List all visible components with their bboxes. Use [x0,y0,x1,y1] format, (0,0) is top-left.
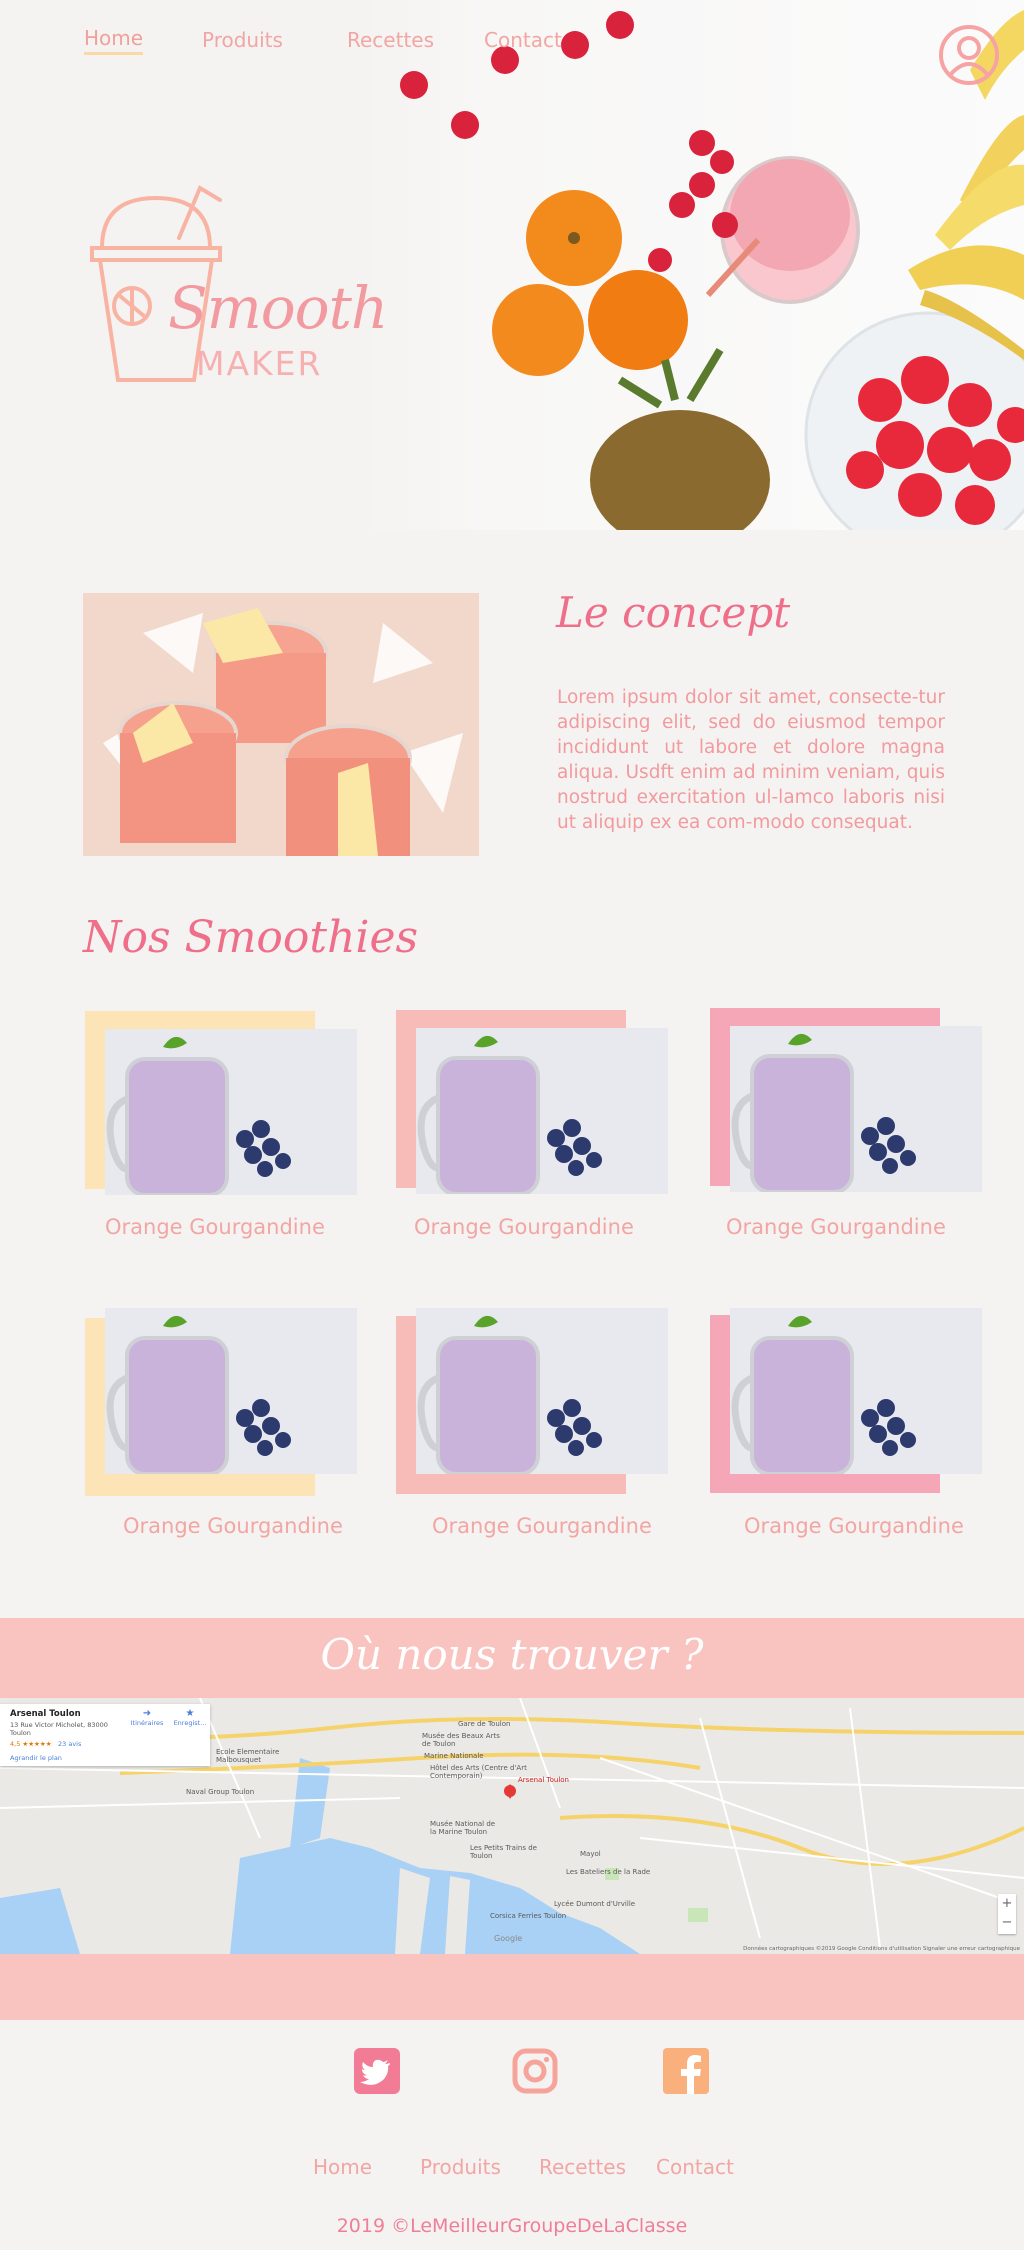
product-card[interactable]: Orange Gourgandine [710,1008,1000,1239]
footer-home-link[interactable]: Home [313,2155,372,2179]
facebook-icon[interactable] [663,2048,709,2094]
map-place-rating: 4,5 ★★★★★ [10,1740,52,1748]
find-us-title: Où nous trouver ? [320,1630,704,1679]
zoom-in-icon[interactable]: + [998,1894,1016,1913]
map-label: Ecole Elementaire Malbousquet [216,1748,280,1764]
map-save-label: Enregist... [173,1719,207,1727]
product-name: Orange Gourgandine [105,1215,325,1239]
logo-maker-text: MAKER [196,344,323,383]
smoothie-photo [105,1029,357,1195]
product-name: Orange Gourgandine [726,1215,946,1239]
smoothie-photo [105,1308,357,1474]
star-icon: ★ [185,1708,195,1719]
google-logo: Google [494,1934,523,1943]
product-name: Orange Gourgandine [744,1514,964,1538]
map-label: Les Petits Trains de Toulon [470,1844,537,1860]
copyright-text: 2019 ©LeMeilleurGroupeDeLaClasse [336,2215,688,2237]
concept-smoothie-photo [83,593,479,856]
directions-icon: ➜ [142,1708,152,1719]
nav-produits-link[interactable]: Produits [202,28,283,52]
map-label: Hôtel des Arts (Centre d'Art Contemporai… [430,1764,527,1780]
map-label: Marine Nationale [424,1752,484,1760]
product-card[interactable]: Orange Gourgandine [710,1308,1000,1545]
footer-contact-link[interactable]: Contact [656,2155,734,2179]
user-account-icon[interactable] [938,24,1000,86]
location-map[interactable]: Arsenal Toulon 13 Rue Victor Micholet, 8… [0,1698,1024,1954]
map-label: Gare de Toulon [458,1720,511,1728]
product-card[interactable]: Orange Gourgandine [396,1308,686,1546]
nav-home-link[interactable]: Home [84,26,144,55]
hero-section: Home Produits Recettes Contact Smooth MA… [0,0,1024,530]
map-zoom-control[interactable]: + − [998,1894,1016,1934]
map-enlarge-link[interactable]: Agrandir le plan [10,1754,62,1762]
twitter-icon[interactable] [354,2048,400,2094]
nav-contact-link[interactable]: Contact [484,28,562,52]
footer-produits-link[interactable]: Produits [420,2155,501,2179]
map-label: Mayol [580,1850,601,1858]
map-label: Musée National de la Marine Toulon [430,1820,496,1836]
map-place-name: Arsenal Toulon [10,1709,81,1719]
map-label: Les Bateliers de la Rade [566,1868,651,1876]
zoom-out-icon[interactable]: − [998,1913,1016,1932]
smoothies-section-title: Nos Smoothies [83,912,419,963]
map-label: Musée des Beaux Arts de Toulon [422,1732,500,1748]
logo-script-text: Smooth [168,274,388,342]
map-place-address: 13 Rue Victor Micholet, 83000 Toulon [10,1721,108,1737]
map-place-card: Arsenal Toulon 13 Rue Victor Micholet, 8… [0,1704,210,1766]
product-name: Orange Gourgandine [432,1514,652,1538]
nav-recettes-link[interactable]: Recettes [347,28,434,52]
concept-title: Le concept [556,588,791,637]
smoothie-photo [730,1026,982,1192]
product-name: Orange Gourgandine [123,1514,343,1538]
map-label: Naval Group Toulon [186,1788,255,1796]
smoothie-photo [416,1028,668,1194]
product-name: Orange Gourgandine [414,1215,634,1239]
map-label: Lycée Dumont d'Urville [554,1900,636,1908]
product-card[interactable]: Orange Gourgandine [85,1011,375,1241]
map-place-reviews-link[interactable]: 23 avis [58,1740,81,1748]
product-card[interactable]: Orange Gourgandine [85,1308,375,1548]
hero-fruit-photo [360,0,1024,530]
map-save-button[interactable]: ★ Enregist... [170,1708,210,1727]
smoothie-photo [730,1308,982,1474]
smoothie-photo [416,1308,668,1474]
product-card[interactable]: Orange Gourgandine [396,1010,686,1240]
instagram-icon[interactable] [512,2048,558,2094]
map-directions-button[interactable]: ➜ Itinéraires [126,1708,168,1727]
map-label: Corsica Ferries Toulon [490,1912,567,1920]
map-directions-label: Itinéraires [130,1719,164,1727]
footer-recettes-link[interactable]: Recettes [539,2155,626,2179]
map-attribution[interactable]: Données cartographiques ©2019 Google Con… [743,1946,1020,1952]
concept-text: Lorem ipsum dolor sit amet, consecte-tur… [557,687,945,833]
